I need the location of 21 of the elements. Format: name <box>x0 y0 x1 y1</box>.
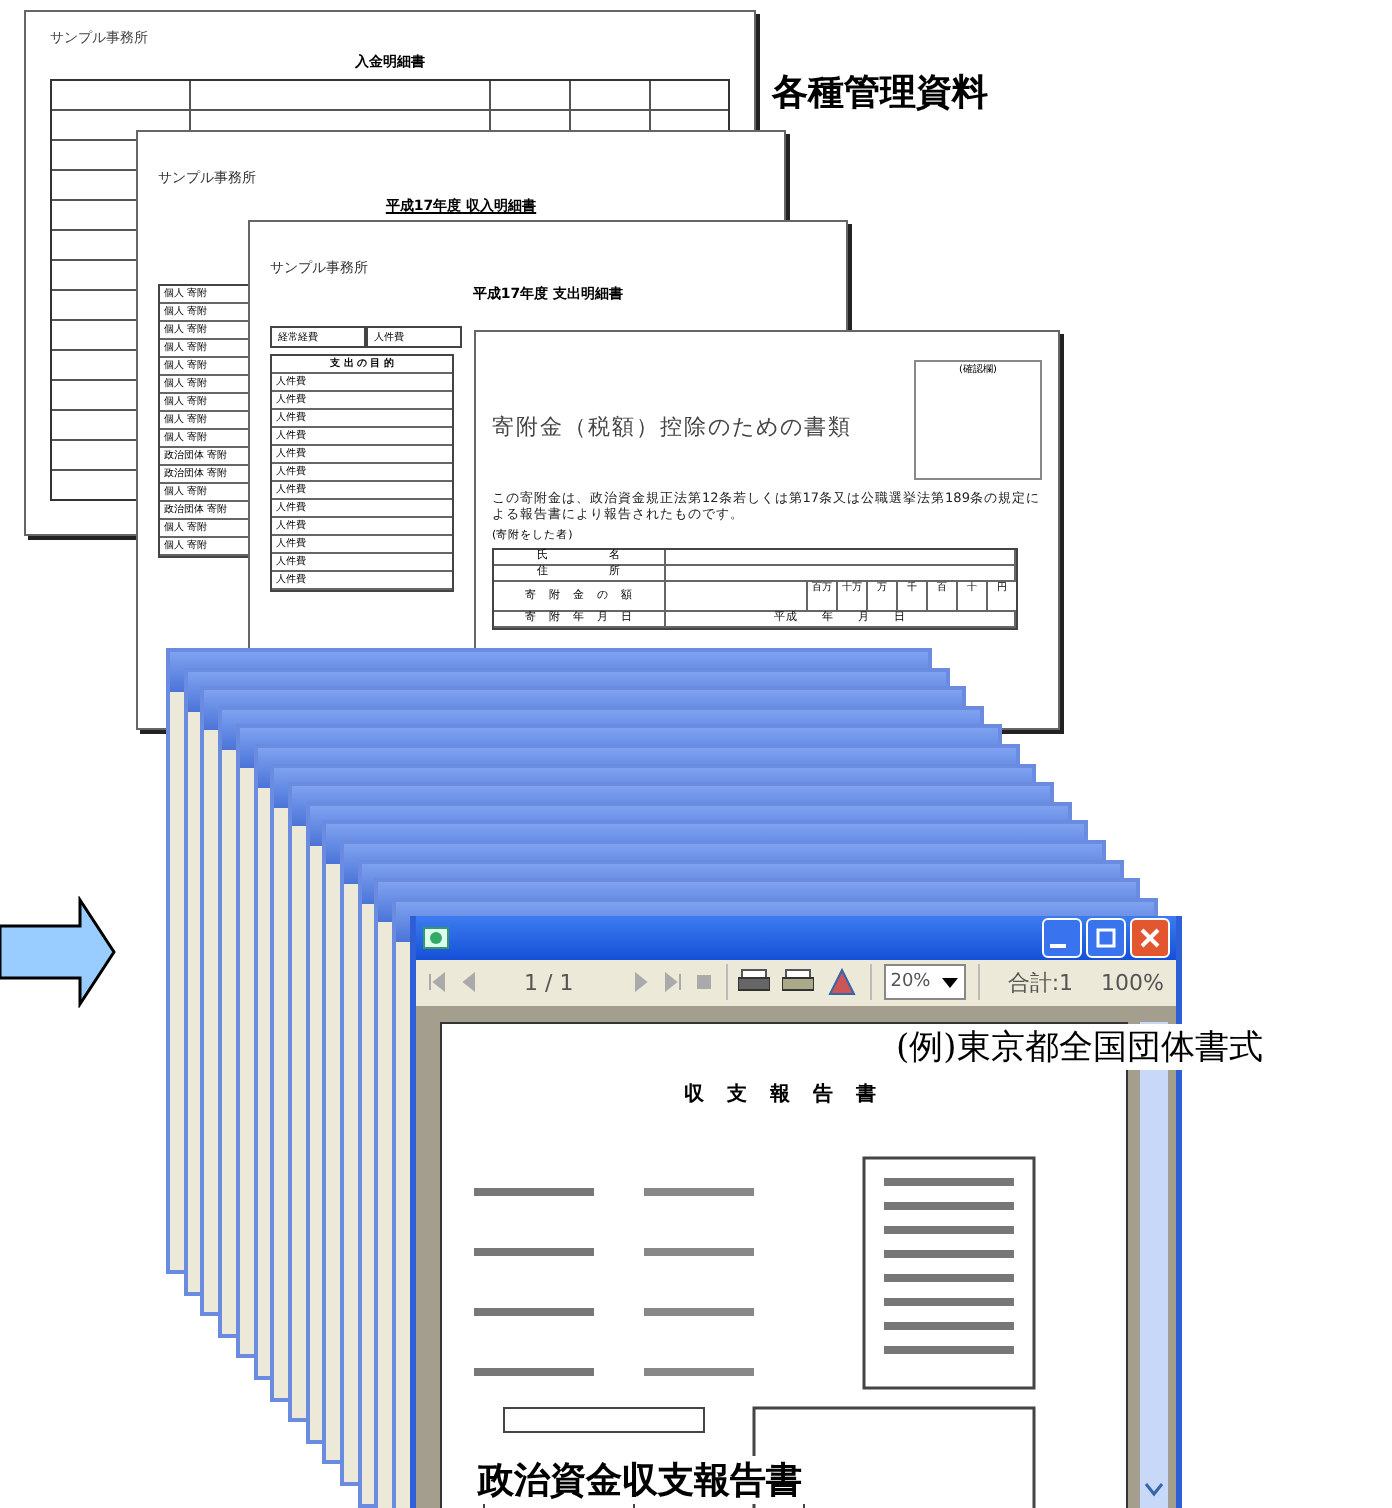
maximize-button[interactable] <box>1086 917 1126 958</box>
page-indicator: 1 / 1 <box>524 969 574 996</box>
minimize-icon <box>1050 943 1066 948</box>
zoom-dropdown[interactable]: 20% <box>884 964 967 1001</box>
printer-icon[interactable] <box>782 968 815 997</box>
printer-icon[interactable] <box>738 968 771 997</box>
minimize-button[interactable] <box>1042 917 1082 958</box>
maximize-icon <box>1094 925 1118 950</box>
arrow-icon <box>0 896 120 1008</box>
total-count: 合計:1 <box>1007 967 1074 998</box>
scroll-down-icon <box>1144 1482 1164 1498</box>
document-title: 寄附金（税額）控除のための書類 <box>492 412 852 442</box>
app-icon <box>422 923 450 952</box>
close-button[interactable] <box>1130 917 1170 958</box>
caption-text: (例)東京都全国団体書式 <box>892 1024 1267 1070</box>
zoom-level: 100% <box>1101 969 1164 996</box>
report-title: 収 支 報 告 書 <box>684 1081 884 1108</box>
caption-text: 政治資金収支報告書 <box>474 1456 806 1504</box>
close-icon <box>1138 925 1162 950</box>
caption-text: 各種管理資料 <box>768 68 992 116</box>
export-icon[interactable] <box>826 968 859 997</box>
